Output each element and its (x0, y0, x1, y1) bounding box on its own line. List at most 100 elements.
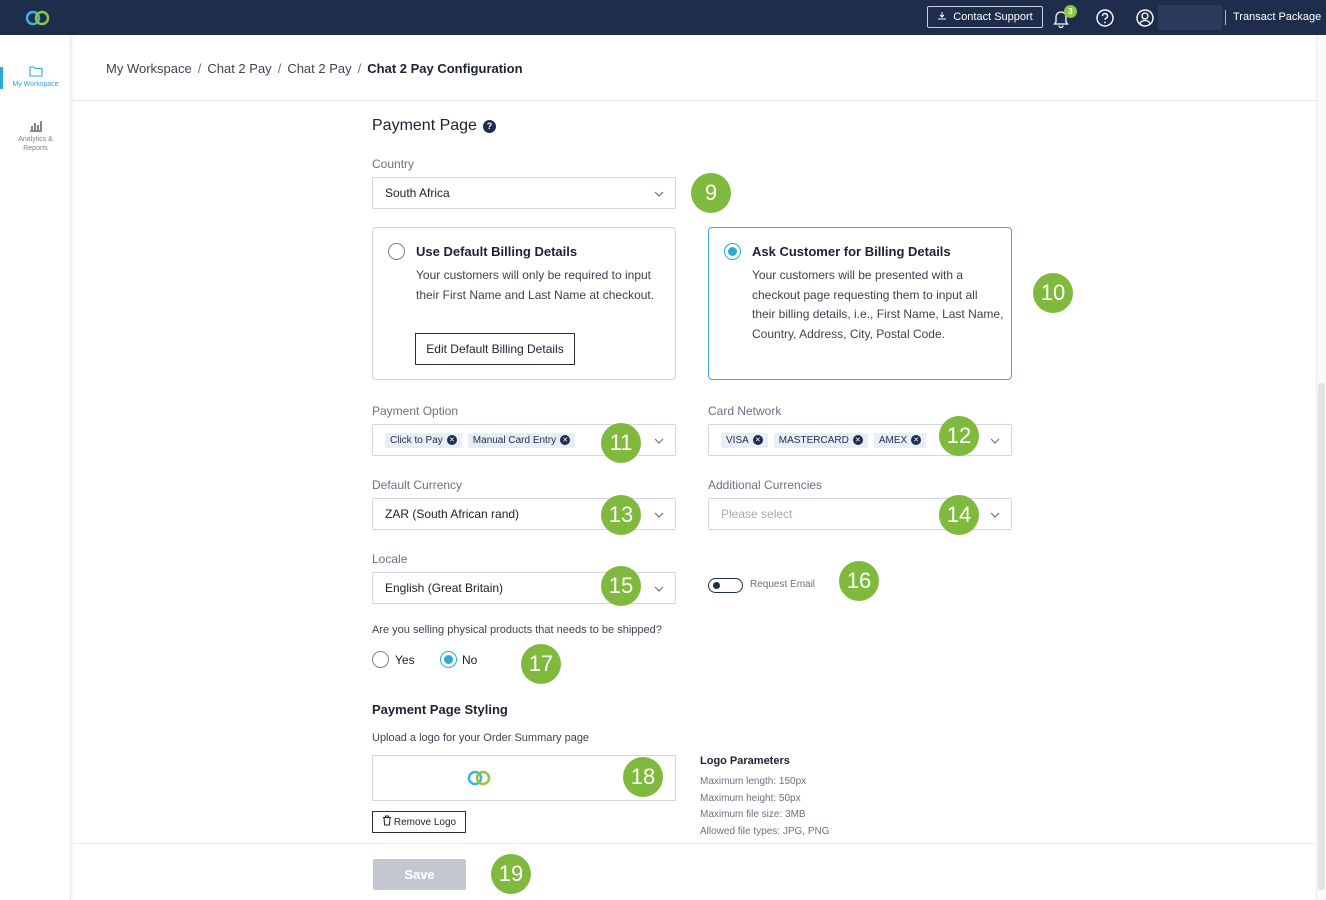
chevron-down-icon (654, 438, 664, 444)
edit-default-billing-button[interactable]: Edit Default Billing Details (415, 333, 575, 365)
payment-option-chip[interactable]: Manual Card Entry ✕ (467, 432, 576, 448)
remove-logo-label: Remove Logo (393, 816, 457, 828)
country-label: Country (372, 157, 415, 171)
notification-count-badge: 3 (1064, 5, 1077, 18)
breadcrumb-separator: / (277, 61, 282, 76)
breadcrumb-current: Chat 2 Pay Configuration (367, 61, 523, 76)
payment-page-title: Payment Page ? (372, 117, 496, 135)
breadcrumb: My Workspace / Chat 2 Pay / Chat 2 Pay /… (106, 61, 523, 76)
package-label[interactable]: Transact Package (1233, 11, 1321, 23)
logo-parameter: Maximum height: 50px (700, 793, 801, 804)
top-bar: Contact Support 3 Transact Package (0, 0, 1326, 35)
default-billing-radio[interactable] (388, 243, 405, 260)
country-select[interactable]: South Africa (372, 177, 676, 209)
remove-logo-button[interactable]: Remove Logo (372, 811, 466, 833)
default-currency-label: Default Currency (372, 478, 463, 492)
callout-badge: 18 (623, 757, 663, 797)
breadcrumb-item[interactable]: My Workspace (106, 61, 192, 76)
user-avatar-icon[interactable] (1135, 8, 1155, 33)
payment-option-label: Payment Option (372, 404, 459, 418)
chip-label: VISA (726, 434, 749, 446)
header-divider (1225, 10, 1226, 25)
default-billing-desc: Your customers will only be required to … (416, 268, 655, 302)
sidebar-item-my-workspace[interactable]: My Workspace (0, 65, 71, 89)
additional-currencies-placeholder: Please select (721, 507, 793, 521)
chevron-down-icon (990, 512, 1000, 518)
uploaded-logo-icon (465, 768, 493, 793)
physical-yes-radio[interactable] (372, 651, 389, 668)
app-logo-icon[interactable] (24, 9, 52, 32)
help-icon[interactable] (1095, 8, 1115, 33)
chip-label: Click to Pay (390, 434, 443, 446)
card-network-label: Card Network (708, 404, 782, 418)
callout-badge: 13 (601, 495, 641, 535)
chevron-down-icon (990, 438, 1000, 444)
analytics-icon (0, 119, 71, 135)
breadcrumb-item[interactable]: Chat 2 Pay (287, 61, 351, 76)
payment-page-styling-title: Payment Page Styling (372, 702, 508, 717)
payment-option-chip[interactable]: Click to Pay ✕ (385, 432, 462, 448)
remove-chip-icon[interactable]: ✕ (852, 435, 863, 445)
request-email-toggle[interactable] (708, 578, 743, 593)
remove-chip-icon[interactable]: ✕ (752, 435, 763, 445)
trash-icon (382, 815, 392, 829)
footer-divider (72, 843, 1316, 844)
scrollbar-thumb[interactable] (1318, 383, 1325, 890)
remove-chip-icon[interactable]: ✕ (560, 435, 571, 445)
callout-badge: 12 (939, 416, 979, 456)
contact-support-button[interactable]: Contact Support (927, 6, 1043, 28)
ask-billing-radio[interactable] (724, 243, 741, 260)
logo-parameter: Allowed file types: JPG, PNG (700, 826, 830, 837)
default-billing-card[interactable]: Use Default Billing Details Your custome… (372, 227, 676, 380)
chevron-down-icon (654, 191, 664, 197)
callout-badge: 10 (1033, 273, 1073, 313)
remove-chip-icon[interactable]: ✕ (911, 435, 922, 445)
chevron-down-icon (654, 586, 664, 592)
default-currency-value: ZAR (South African rand) (385, 507, 520, 521)
card-network-chip[interactable]: VISA ✕ (721, 432, 768, 448)
physical-no-label: No (462, 653, 478, 667)
ask-billing-card[interactable]: Ask Customer for Billing Details Your cu… (708, 227, 1012, 380)
payment-page-title-text: Payment Page (372, 117, 477, 134)
callout-badge: 19 (491, 854, 531, 894)
callout-badge: 16 (839, 561, 879, 601)
chip-label: MASTERCARD (778, 434, 849, 446)
card-network-chip[interactable]: MASTERCARD ✕ (773, 432, 868, 448)
sidebar-item-analytics[interactable]: Analytics & Reports (0, 119, 71, 153)
save-button[interactable]: Save (373, 859, 466, 890)
chip-label: AMEX (878, 434, 908, 446)
logo-parameters-title: Logo Parameters (700, 755, 790, 767)
breadcrumb-separator: / (197, 61, 202, 76)
physical-products-question: Are you selling physical products that n… (372, 624, 662, 636)
breadcrumb-item[interactable]: Chat 2 Pay (207, 61, 271, 76)
callout-badge: 17 (521, 644, 561, 684)
chevron-down-icon (654, 512, 664, 518)
remove-chip-icon[interactable]: ✕ (446, 435, 457, 445)
physical-no-radio[interactable] (440, 651, 457, 668)
card-network-chip[interactable]: AMEX ✕ (873, 432, 927, 448)
callout-badge: 9 (691, 173, 731, 213)
physical-yes-label: Yes (395, 653, 415, 667)
download-icon (937, 11, 947, 24)
logo-parameter: Maximum length: 150px (700, 776, 807, 787)
breadcrumb-separator: / (357, 61, 362, 76)
callout-badge: 15 (601, 566, 641, 606)
sidebar: My Workspace Analytics & Reports (0, 35, 71, 900)
locale-label: Locale (372, 552, 408, 566)
folder-icon (0, 65, 71, 80)
default-billing-title: Use Default Billing Details (416, 244, 578, 259)
chip-label: Manual Card Entry (472, 434, 557, 446)
contact-support-label: Contact Support (953, 11, 1033, 23)
sidebar-item-label: My Workspace (12, 81, 59, 88)
user-name-redacted[interactable] (1158, 5, 1222, 30)
callout-badge: 11 (601, 423, 641, 463)
additional-currencies-label: Additional Currencies (708, 478, 823, 492)
country-value: South Africa (385, 186, 450, 200)
request-email-label: Request Email (750, 579, 816, 590)
upload-logo-text: Upload a logo for your Order Summary pag… (372, 732, 590, 744)
sidebar-item-label: Analytics & Reports (18, 136, 53, 152)
breadcrumb-divider (72, 100, 1316, 101)
help-question-icon[interactable]: ? (482, 119, 496, 133)
ask-billing-title: Ask Customer for Billing Details (752, 244, 951, 259)
logo-parameter: Maximum file size: 3MB (700, 809, 806, 820)
